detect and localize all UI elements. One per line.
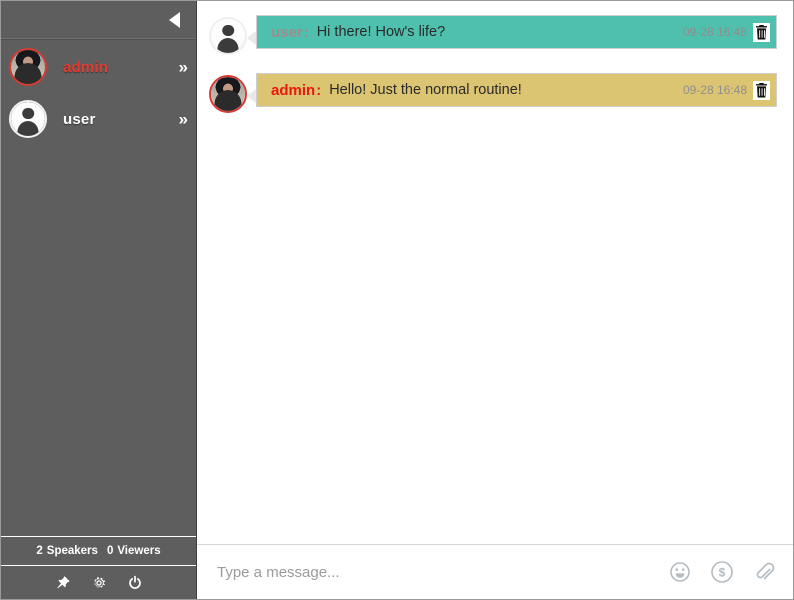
avatar [9, 48, 47, 86]
sidebar-collapse-button[interactable] [160, 1, 188, 38]
chat-window: admin » user » 2 Speakers 0 Viewers user… [0, 0, 794, 600]
photo-avatar [11, 50, 45, 84]
attachment-icon[interactable] [751, 559, 777, 585]
trash-icon[interactable] [753, 22, 770, 42]
gear-icon[interactable] [90, 574, 108, 592]
message-input[interactable] [215, 562, 651, 582]
message-bubble: user : Hi there! How's life? 09-28 16:48 [256, 15, 777, 49]
user-list-item-admin[interactable]: admin » [1, 41, 196, 93]
message-timestamp: 09-28 16:48 [682, 83, 747, 97]
message-sender-separator: : [303, 23, 309, 41]
trash-icon[interactable] [753, 80, 770, 100]
avatar [9, 100, 47, 138]
triangle-left-icon [168, 11, 180, 28]
message-sender: user [271, 23, 303, 41]
avatar [209, 75, 247, 113]
bubble-tail-icon [247, 89, 256, 103]
message-text: Hello! Just the normal routine! [329, 82, 522, 98]
message-sender: admin [271, 81, 316, 99]
user-list-item-user[interactable]: user » [1, 93, 196, 145]
message-item: user : Hi there! How's life? 09-28 16:48 [209, 15, 777, 55]
emoji-icon[interactable] [667, 559, 693, 585]
chevron-right-double-icon[interactable]: » [179, 59, 189, 76]
message-bubble: admin : Hello! Just the normal routine! … [256, 73, 777, 107]
photo-avatar [211, 77, 245, 111]
default-avatar [211, 19, 245, 53]
sidebar: admin » user » 2 Speakers 0 Viewers [1, 1, 197, 599]
sidebar-toolbar [1, 566, 196, 599]
sidebar-header [1, 1, 196, 39]
pin-icon[interactable] [54, 574, 72, 592]
message-sender-separator: : [316, 81, 322, 99]
chevron-right-double-icon[interactable]: » [179, 111, 189, 128]
default-avatar [11, 102, 45, 136]
viewers-label: Viewers [117, 545, 161, 557]
power-icon[interactable] [126, 574, 144, 592]
speakers-count: 2 [36, 545, 43, 557]
viewers-count: 0 [106, 545, 114, 557]
user-name: user [63, 110, 96, 128]
bubble-tail-icon [247, 31, 256, 45]
message-list[interactable]: user : Hi there! How's life? 09-28 16:48 [197, 1, 793, 544]
room-stats: 2 Speakers 0 Viewers [1, 536, 196, 566]
chat-main: user : Hi there! How's life? 09-28 16:48 [197, 1, 793, 599]
message-text: Hi there! How's life? [316, 24, 446, 40]
avatar [209, 17, 247, 55]
composer-bar: $ [197, 544, 793, 599]
message-item: admin : Hello! Just the normal routine! … [209, 73, 777, 113]
user-list: admin » user » [1, 39, 196, 536]
user-name: admin [63, 58, 109, 76]
speakers-label: Speakers [46, 545, 98, 557]
tip-dollar-icon[interactable]: $ [709, 559, 735, 585]
svg-text:$: $ [719, 566, 726, 580]
message-timestamp: 09-28 16:48 [682, 25, 747, 39]
